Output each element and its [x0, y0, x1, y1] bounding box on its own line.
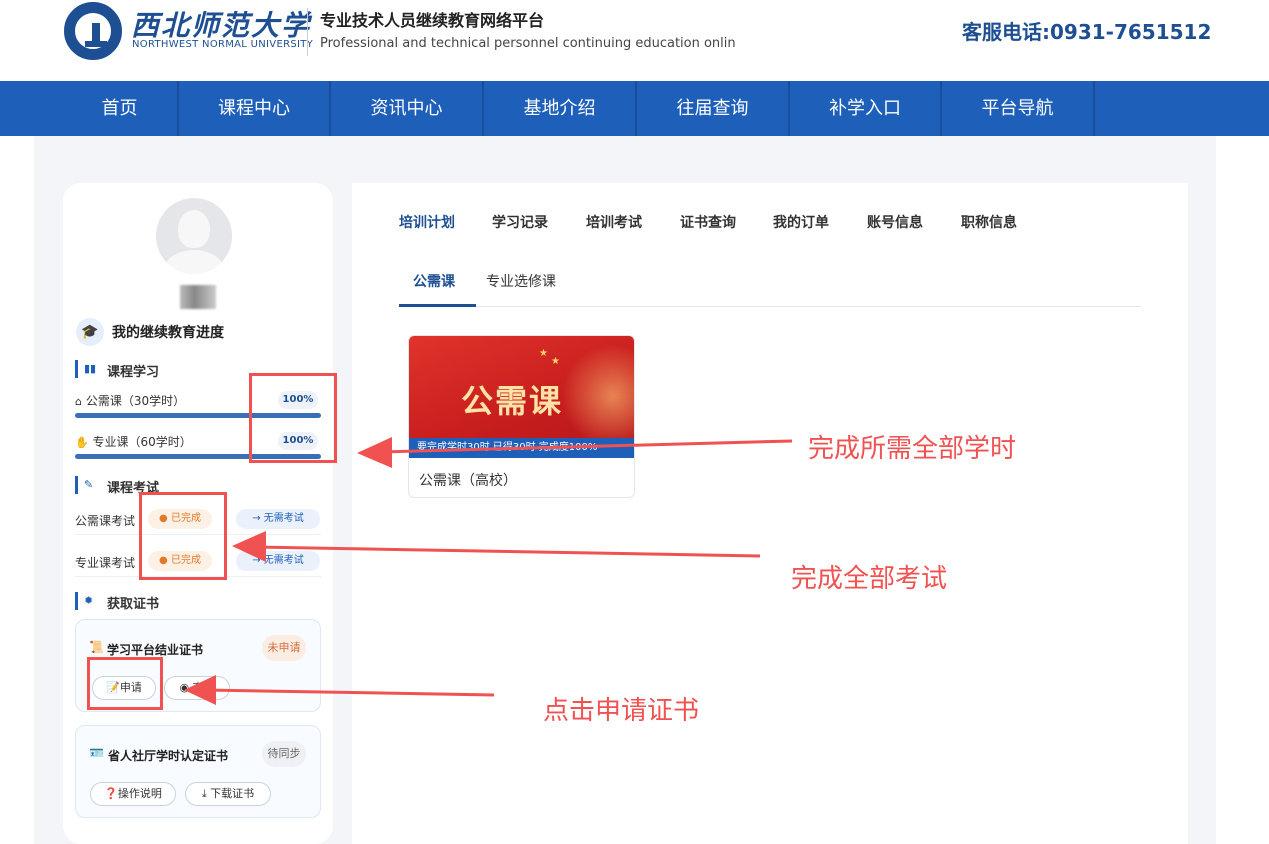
- course-banner: ★ ★ 公需课 要完成学时30时 已得30时 完成度100%: [409, 336, 634, 458]
- section-marker: [75, 592, 78, 610]
- instructions-label: 操作说明: [117, 787, 162, 800]
- annotation-box-exams: [139, 492, 227, 580]
- tab-training-exam[interactable]: 培训考试: [586, 212, 642, 232]
- major-exam-label: 专业课考试: [75, 556, 136, 570]
- tab-account-info[interactable]: 账号信息: [867, 212, 923, 232]
- nav-item-makeup-entry[interactable]: 补学入口: [790, 81, 940, 136]
- hr-cert-status: 待同步: [262, 741, 306, 767]
- university-seal-logo: [64, 2, 122, 60]
- nav-item-news-center[interactable]: 资讯中心: [331, 81, 482, 136]
- public-course-label: ⌂ 公需课（30学时）: [75, 392, 185, 409]
- public-exam-label: 公需课考试: [75, 514, 136, 528]
- university-name-en: NORTHWEST NORMAL UNIVERSITY: [132, 39, 314, 50]
- header: 西北师范大学 NORTHWEST NORMAL UNIVERSITY 专业技术人…: [0, 0, 1269, 81]
- platform-title-cn: 专业技术人员继续教育网络平台: [320, 11, 545, 30]
- annotation-box-apply: [87, 657, 163, 710]
- eye-icon: ◉: [179, 681, 193, 694]
- tab-learning-record[interactable]: 学习记录: [492, 212, 548, 232]
- nav-item-platform-nav[interactable]: 平台导航: [942, 81, 1093, 136]
- view-label: 查看: [192, 681, 215, 694]
- star-icon: ★: [539, 348, 548, 359]
- graduation-cap-icon: 🎓: [76, 318, 104, 346]
- edit-icon: ✎: [84, 478, 94, 491]
- hr-cert-title: 省人社厅学时认定证书: [108, 749, 229, 763]
- progress-title: 我的继续教育进度: [112, 325, 224, 341]
- download-label: 下载证书: [210, 787, 255, 800]
- major-course-label-text: 专业课（60学时）: [92, 435, 192, 449]
- nav-item-home[interactable]: 首页: [62, 81, 177, 136]
- view-certificate-button[interactable]: ◉ 查看: [164, 676, 230, 700]
- subtab-major-elective[interactable]: 专业选修课: [486, 271, 556, 291]
- tab-title-info[interactable]: 职称信息: [961, 212, 1017, 232]
- section-marker: [75, 476, 78, 494]
- hotline: 客服电话:0931-7651512: [962, 20, 1212, 44]
- download-certificate-button[interactable]: ⤓ 下载证书: [185, 782, 271, 806]
- subtab-public-course[interactable]: 公需课: [413, 271, 455, 291]
- main-nav: 首页 课程中心 资讯中心 基地介绍 往届查询 补学入口 平台导航: [0, 81, 1269, 136]
- course-card[interactable]: ★ ★ 公需课 要完成学时30时 已得30时 完成度100% 公需课（高校）: [408, 335, 635, 498]
- annotation-apply-text: 点击申请证书: [543, 696, 700, 726]
- tab-training-plan[interactable]: 培训计划: [399, 212, 455, 232]
- public-course-label-text: 公需课（30学时）: [85, 394, 186, 408]
- question-icon: ❓: [104, 787, 118, 800]
- completion-cert-status: 未申请: [262, 635, 306, 661]
- hand-icon: ✋: [75, 436, 89, 449]
- banner-title: 公需课: [461, 382, 564, 420]
- platform-title-en: Professional and technical personnel con…: [320, 36, 736, 51]
- public-exam-no-exam-button[interactable]: → 无需考试: [236, 509, 320, 529]
- avatar: [156, 198, 232, 274]
- banner-progress-strip: 要完成学时30时 已得30时 完成度100%: [409, 438, 634, 458]
- subtab-active-indicator: [399, 304, 476, 307]
- major-exam-no-exam-button[interactable]: → 无需考试: [236, 551, 320, 571]
- annotation-box-hours: [249, 373, 337, 463]
- star-icon: ★: [551, 356, 560, 367]
- badge-icon: ✹: [84, 594, 94, 607]
- completion-cert-title: 学习平台结业证书: [107, 643, 204, 657]
- subtab-divider: [399, 306, 1141, 307]
- major-course-label: ✋ 专业课（60学时）: [75, 433, 192, 450]
- nav-item-course-center[interactable]: 课程中心: [179, 81, 329, 136]
- book-icon: ▮▮: [84, 362, 97, 375]
- nav-item-base-intro[interactable]: 基地介绍: [484, 81, 635, 136]
- university-name-cn: 西北师范大学: [131, 9, 312, 42]
- logo-divider: [307, 8, 308, 56]
- instructions-button[interactable]: ❓操作说明: [90, 782, 176, 806]
- username-blurred: [180, 285, 216, 309]
- cert-section-title: 获取证书: [107, 597, 160, 612]
- id-card-icon: 🪪: [89, 746, 104, 760]
- course-section-title: 课程学习: [107, 365, 160, 380]
- bank-icon: ⌂: [75, 395, 82, 408]
- annotation-hours-text: 完成所需全部学时: [808, 434, 1017, 464]
- nav-separator: [1093, 81, 1095, 136]
- course-name: 公需课（高校）: [419, 473, 517, 489]
- tab-certificate-query[interactable]: 证书查询: [680, 212, 736, 232]
- annotation-exams-text: 完成全部考试: [791, 564, 948, 594]
- section-marker: [75, 360, 78, 378]
- certificate-icon: 📜: [89, 640, 104, 654]
- nav-item-past-query[interactable]: 往届查询: [637, 81, 788, 136]
- main-panel: [352, 183, 1188, 844]
- download-icon: ⤓: [201, 787, 211, 800]
- tab-my-orders[interactable]: 我的订单: [773, 212, 829, 232]
